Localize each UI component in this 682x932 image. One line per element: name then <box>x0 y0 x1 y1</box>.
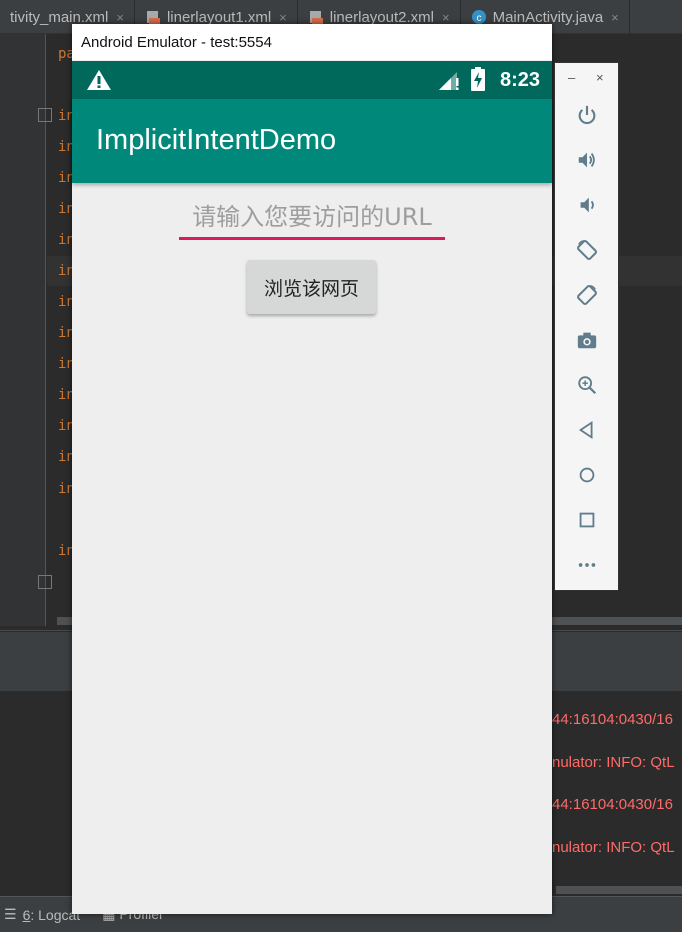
zoom-icon <box>578 376 597 395</box>
editor-gutter <box>0 34 46 626</box>
overview-icon <box>579 512 595 528</box>
volume-up-icon <box>578 152 595 168</box>
log-line: nulator: INFO: QtL <box>552 754 675 771</box>
tab-label: MainActivity.java <box>492 8 604 26</box>
java-class-icon: c <box>471 10 486 24</box>
camera-icon <box>577 332 597 349</box>
back-icon <box>578 420 593 440</box>
app-title: ImplicitIntentDemo <box>96 124 337 156</box>
url-input[interactable] <box>179 196 445 240</box>
emulator-window: Android Emulator - test:5554 8:23 Implic… <box>72 24 552 914</box>
fold-icon[interactable] <box>38 575 52 589</box>
app-bar: ImplicitIntentDemo <box>72 99 552 183</box>
power-button[interactable] <box>573 101 601 129</box>
xml-file-icon <box>309 11 323 24</box>
tab-label: linerlayout1.xml <box>166 8 272 26</box>
back-button[interactable] <box>573 416 601 444</box>
warning-icon <box>87 70 111 90</box>
home-icon <box>579 467 595 483</box>
close-icon[interactable]: × <box>116 10 124 25</box>
home-button[interactable] <box>573 461 601 489</box>
svg-text:c: c <box>476 13 481 24</box>
rotate-left-button[interactable] <box>573 236 601 264</box>
tab-label: linerlayout2.xml <box>329 8 434 26</box>
logcat-scrollbar[interactable] <box>556 886 682 894</box>
fold-icon[interactable] <box>38 108 52 122</box>
close-icon[interactable]: × <box>279 10 287 25</box>
volume-down-icon <box>580 197 594 213</box>
close-button[interactable]: × <box>596 70 604 85</box>
status-clock: 8:23 <box>499 69 540 91</box>
more-icon <box>578 563 596 567</box>
signal-icon <box>439 72 459 90</box>
minimize-button[interactable]: – <box>568 70 575 85</box>
volume-up-button[interactable] <box>573 146 601 174</box>
android-status-bar: 8:23 <box>72 61 552 99</box>
battery-icon <box>471 67 485 91</box>
close-icon[interactable]: × <box>442 10 450 25</box>
overview-button[interactable] <box>573 506 601 534</box>
emulator-title: Android Emulator - test:5554 <box>72 24 552 60</box>
rotate-right-button[interactable] <box>573 281 601 309</box>
close-icon[interactable]: × <box>611 10 619 25</box>
emulator-control-panel: – × <box>554 62 619 591</box>
log-line: nulator: INFO: QtL <box>552 839 675 856</box>
rotate-right-icon <box>577 285 597 305</box>
rotate-left-icon <box>577 240 597 260</box>
xml-file-icon <box>146 11 160 24</box>
log-line: 44:16104:0430/16 <box>552 711 673 728</box>
browse-webpage-button[interactable]: 浏览该网页 <box>247 260 376 314</box>
more-button[interactable] <box>573 551 601 579</box>
zoom-button[interactable] <box>573 371 601 399</box>
logcat-icon: ☰ <box>4 906 17 922</box>
screenshot-button[interactable] <box>573 326 601 354</box>
tab-label: tivity_main.xml <box>10 8 109 26</box>
power-icon <box>578 105 596 124</box>
volume-down-button[interactable] <box>573 191 601 219</box>
log-line: 44:16104:0430/16 <box>552 796 673 813</box>
